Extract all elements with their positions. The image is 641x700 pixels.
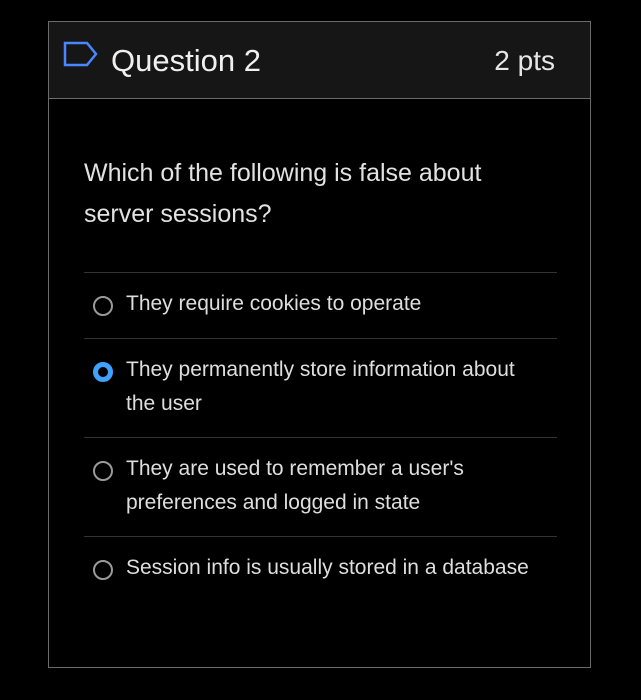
answer-label[interactable]: They are used to remember a user's prefe… [126,452,546,520]
answer-label[interactable]: They permanently store information about… [126,353,546,421]
answer-list: They require cookies to operate They per… [84,272,557,635]
answer-option[interactable]: Session info is usually stored in a data… [84,536,557,635]
answer-option[interactable]: They permanently store information about… [84,338,557,437]
radio-button[interactable] [93,560,113,580]
answer-label[interactable]: They require cookies to operate [126,287,546,321]
radio-button[interactable] [93,296,113,316]
question-text: Which of the following is false about se… [84,159,482,228]
question-header: Question 2 2 pts [49,22,590,99]
answer-option[interactable]: They require cookies to operate [84,272,557,338]
flag-icon[interactable] [63,41,99,71]
radio-button[interactable] [93,461,113,481]
answer-option[interactable]: They are used to remember a user's prefe… [84,437,557,536]
question-title: Question 2 [111,43,261,78]
answer-label[interactable]: Session info is usually stored in a data… [126,551,546,585]
radio-button-selected[interactable] [93,362,113,382]
question-card: Question 2 2 pts Which of the following … [48,21,591,668]
points-label: 2 pts [494,45,555,76]
